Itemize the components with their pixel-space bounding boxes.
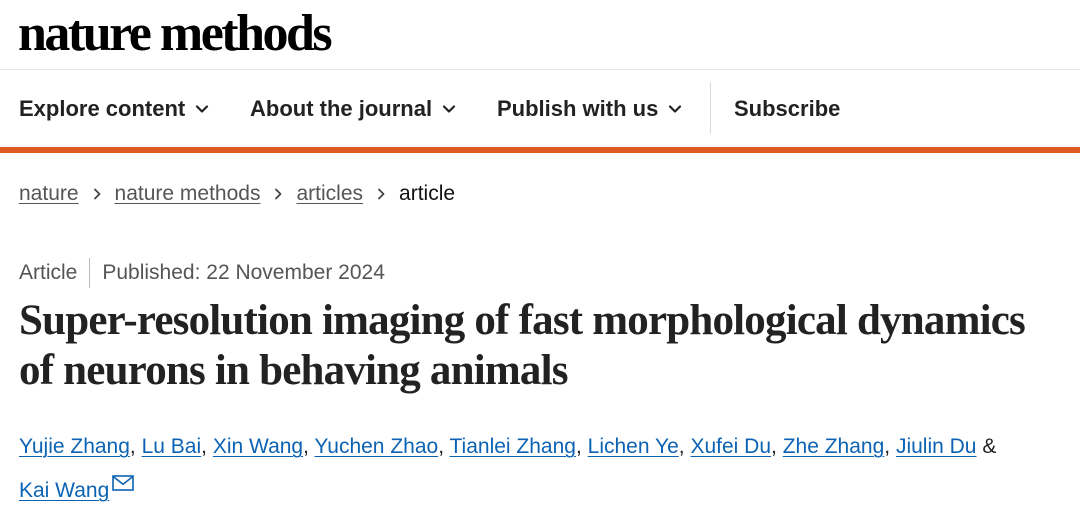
breadcrumb: nature nature methods articles article — [19, 178, 455, 210]
author-separator: , — [771, 435, 777, 458]
author-list: Yujie Zhang, Lu Bai, Xin Wang, Yuchen Zh… — [19, 425, 1069, 513]
chevron-right-icon — [93, 188, 100, 200]
author-link[interactable]: Tianlei Zhang — [450, 435, 576, 458]
breadcrumb-link-articles[interactable]: articles — [296, 182, 363, 206]
author-separator: , — [678, 435, 685, 458]
author-link[interactable]: Jiulin Du — [896, 435, 977, 458]
author-separator: , — [303, 435, 309, 458]
nav-divider — [710, 82, 711, 134]
chevron-down-icon — [442, 105, 456, 113]
author-link[interactable]: Yujie Zhang — [19, 435, 130, 458]
nav-explore-content[interactable]: Explore content — [19, 94, 209, 124]
meta-divider — [89, 258, 91, 288]
nav-about-the-journal[interactable]: About the journal — [250, 94, 456, 124]
nav-item-label: Publish with us — [497, 96, 659, 121]
nav-item-label: Explore content — [19, 96, 186, 121]
journal-logo[interactable]: nature methods — [18, 2, 333, 66]
chevron-down-icon — [669, 105, 682, 113]
site-header: nature methods — [0, 0, 1080, 70]
breadcrumb-link-nature[interactable]: nature — [19, 182, 79, 206]
article-title: Super-resolution imaging of fast morphol… — [19, 297, 1026, 394]
author-separator: , — [575, 435, 582, 458]
chevron-right-icon — [378, 188, 385, 200]
author-separator: , — [201, 435, 207, 458]
mail-icon[interactable] — [112, 475, 135, 491]
author-link-corresponding[interactable]: Kai Wang — [19, 479, 109, 502]
breadcrumb-link-nature-methods[interactable]: nature methods — [115, 182, 261, 206]
breadcrumb-current: article — [399, 182, 456, 205]
author-joiner: & — [982, 435, 997, 458]
chevron-down-icon — [196, 105, 209, 113]
subscribe-label: Subscribe — [734, 96, 841, 121]
author-link[interactable]: Zhe Zhang — [783, 435, 885, 458]
author-link[interactable]: Xin Wang — [213, 435, 303, 458]
nav-accent-rule — [0, 147, 1080, 153]
subscribe-link[interactable]: Subscribe — [734, 94, 840, 124]
article-type: Article — [19, 261, 78, 284]
author-link[interactable]: Yuchen Zhao — [314, 435, 438, 458]
author-separator: , — [129, 435, 136, 458]
chevron-right-icon — [275, 188, 282, 200]
nav-item-label: About the journal — [250, 96, 433, 121]
author-separator: , — [438, 435, 445, 458]
published-date: Published: 22 November 2024 — [102, 261, 385, 284]
author-link[interactable]: Lichen Ye — [588, 435, 679, 458]
article-meta: Article Published: 22 November 2024 — [19, 257, 385, 289]
nav-publish-with-us[interactable]: Publish with us — [497, 94, 682, 124]
author-link[interactable]: Xufei Du — [690, 435, 771, 458]
primary-nav: Explore content About the journal Publis… — [0, 70, 1080, 148]
author-link[interactable]: Lu Bai — [142, 435, 202, 458]
author-separator: , — [884, 435, 891, 458]
